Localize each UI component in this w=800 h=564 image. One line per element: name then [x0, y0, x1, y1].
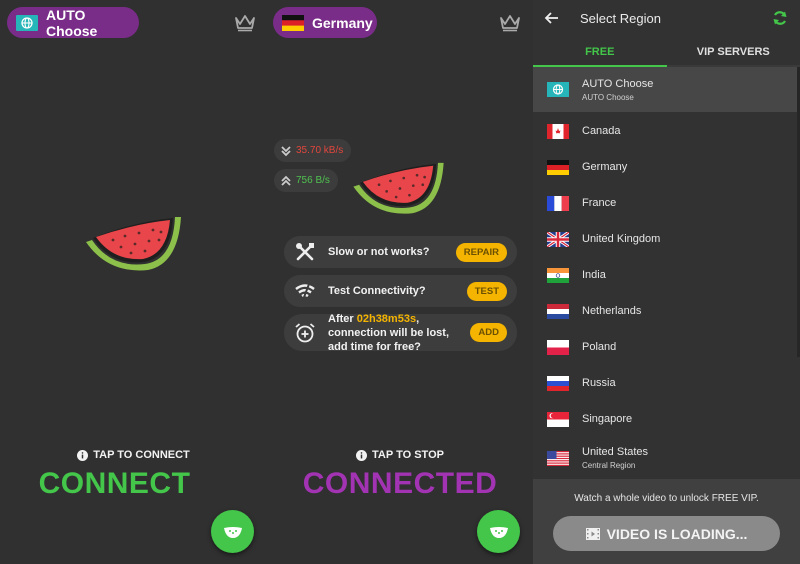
info-icon: [356, 449, 368, 461]
test-text: Test Connectivity?: [328, 285, 426, 297]
region-item-india[interactable]: India: [533, 257, 797, 293]
select-region-screen: Select Region FREE VIP SERVERS AUTO Choo…: [533, 0, 800, 564]
canada-flag-icon: [547, 123, 569, 139]
region-tabs: FREE VIP SERVERS: [533, 39, 800, 67]
add-time-text-before: After: [328, 312, 357, 325]
france-flag-icon: [547, 195, 569, 211]
region-item-united-kingdom[interactable]: United Kingdom: [533, 221, 797, 257]
india-flag-icon: [547, 267, 569, 283]
connect-button[interactable]: CONNECT: [0, 467, 248, 501]
test-button[interactable]: TEST: [466, 281, 507, 301]
singapore-flag-icon: [547, 411, 569, 427]
wifi-icon: [295, 283, 315, 301]
tab-vip-servers[interactable]: VIP SERVERS: [667, 39, 800, 65]
region-name: Canada: [582, 125, 621, 137]
us-flag-icon: [547, 450, 569, 466]
server-name: AUTO Choose: [46, 6, 98, 39]
repair-button[interactable]: REPAIR: [455, 242, 507, 262]
info-icon: [77, 449, 89, 461]
video-film-icon: [585, 527, 600, 540]
watermelon-logo[interactable]: [350, 160, 448, 217]
repair-text: Slow or not works?: [328, 246, 430, 258]
region-name: United States: [582, 446, 649, 458]
region-item-united-states[interactable]: United States Central Region: [533, 437, 797, 479]
watch-video-label: VIDEO IS LOADING...: [606, 525, 748, 542]
alarm-add-icon: [295, 322, 315, 342]
repair-card: Slow or not works? REPAIR: [284, 236, 517, 268]
tools-icon: [296, 243, 314, 261]
germany-flag-icon: [282, 14, 304, 31]
region-name: Poland: [582, 341, 617, 353]
region-list: AUTO Choose AUTO Choose Canada Germany F…: [533, 67, 800, 479]
chevrons-up-icon: [281, 175, 291, 186]
region-item-auto[interactable]: AUTO Choose AUTO Choose: [533, 67, 797, 112]
crown-icon[interactable]: [234, 12, 256, 32]
vip-unlock-message: Watch a whole video to unlock FREE VIP.: [574, 493, 759, 504]
server-selector-pill[interactable]: AUTO Choose: [7, 6, 139, 39]
region-item-netherlands[interactable]: Netherlands: [533, 293, 797, 329]
region-item-france[interactable]: France: [533, 185, 797, 221]
region-name: Singapore: [582, 413, 633, 425]
region-item-singapore[interactable]: Singapore: [533, 401, 797, 437]
region-name: Germany: [582, 161, 628, 173]
globe-icon: [547, 82, 569, 97]
uk-flag-icon: [547, 231, 569, 247]
connected-status-button[interactable]: CONNECTED: [267, 467, 533, 501]
remaining-time: 02h38m53s: [356, 312, 417, 325]
server-selector-pill[interactable]: Germany: [273, 7, 377, 38]
watermelon-logo[interactable]: [83, 214, 185, 274]
tab-free[interactable]: FREE: [533, 39, 667, 67]
region-item-russia[interactable]: Russia: [533, 365, 797, 401]
page-title: Select Region: [580, 11, 661, 26]
region-item-canada[interactable]: Canada: [533, 113, 797, 149]
refresh-icon[interactable]: [772, 10, 788, 26]
region-name: France: [582, 197, 617, 209]
tap-hint-text: TAP TO CONNECT: [93, 449, 190, 461]
region-name: United Kingdom: [582, 233, 661, 245]
watch-video-button[interactable]: VIDEO IS LOADING...: [553, 516, 780, 551]
add-time-button[interactable]: ADD: [470, 323, 507, 342]
vip-unlock-footer: Watch a whole video to unlock FREE VIP. …: [533, 479, 800, 564]
chevrons-down-icon: [281, 145, 291, 156]
tap-hint-text: TAP TO STOP: [372, 449, 444, 461]
region-item-germany[interactable]: Germany: [533, 149, 797, 185]
watermelon-icon: [489, 526, 508, 538]
watermelon-fab[interactable]: [211, 510, 254, 553]
upload-speed: 756 B/s: [296, 175, 330, 186]
crown-icon[interactable]: [499, 12, 521, 32]
home-screen-disconnected: AUTO Choose TAP TO CONNECT CONNECT: [0, 0, 267, 564]
watermelon-fab[interactable]: [477, 510, 520, 553]
download-speed-badge: 35.70 kB/s: [274, 139, 352, 162]
region-item-poland[interactable]: Poland: [533, 329, 797, 365]
upload-speed-badge: 756 B/s: [274, 169, 338, 192]
back-arrow-icon[interactable]: [544, 10, 560, 26]
globe-icon: [16, 14, 38, 31]
netherlands-flag-icon: [547, 303, 569, 319]
add-time-card: After 02h38m53s, connection will be lost…: [284, 312, 517, 354]
tap-hint: TAP TO CONNECT: [0, 449, 267, 461]
poland-flag-icon: [547, 339, 569, 355]
region-subtitle: Central Region: [582, 461, 636, 470]
russia-flag-icon: [547, 375, 569, 391]
download-speed: 35.70 kB/s: [296, 145, 344, 156]
region-subtitle: AUTO Choose: [582, 92, 634, 102]
region-name: AUTO Choose: [582, 77, 654, 90]
watermelon-icon: [223, 526, 242, 538]
region-name: Russia: [582, 377, 616, 389]
region-name: Netherlands: [582, 305, 642, 317]
test-connectivity-card: Test Connectivity? TEST: [284, 275, 517, 307]
server-name: Germany: [312, 14, 373, 31]
germany-flag-icon: [547, 159, 569, 175]
tap-hint: TAP TO STOP: [267, 449, 533, 461]
region-name: India: [582, 269, 606, 281]
add-time-text: After 02h38m53s, connection will be lost…: [328, 312, 470, 354]
